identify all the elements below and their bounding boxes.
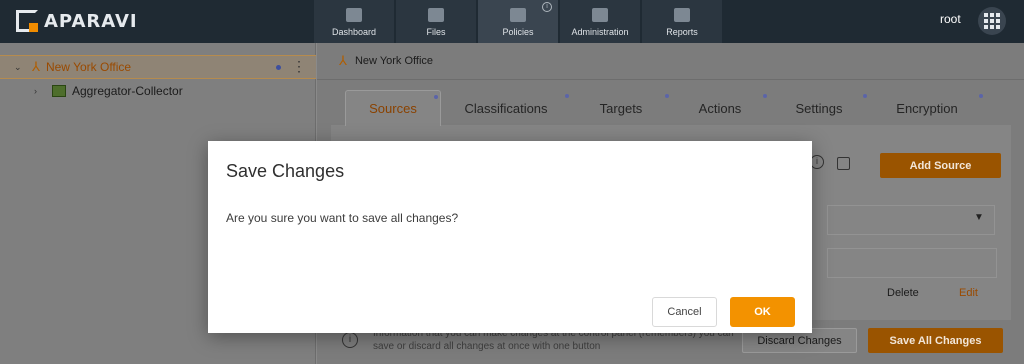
source-select[interactable] (827, 205, 995, 235)
tab-label: Actions (698, 100, 742, 116)
tab-label: Settings (795, 100, 843, 116)
caret-down-icon[interactable]: ▼ (974, 212, 984, 223)
logo-mark-icon (16, 10, 38, 32)
delete-link[interactable]: Delete (887, 287, 919, 299)
tab-settings[interactable]: Settings (769, 90, 869, 126)
kebab-menu-icon[interactable]: ⋮ (292, 59, 306, 73)
nav-policies[interactable]: i Policies (478, 0, 558, 43)
main-nav: Dashboard Files i Policies Administratio… (314, 0, 724, 43)
dashboard-icon (346, 8, 362, 22)
save-all-changes-button[interactable]: Save All Changes (868, 328, 1003, 353)
logo-text: APARAVI (44, 10, 138, 32)
aparavi-logo[interactable]: APARAVI (16, 8, 138, 34)
tab-label: Targets (599, 100, 643, 116)
tab-label: Encryption (896, 100, 958, 116)
tree-item-aggregator-collector[interactable]: › Aggregator-Collector (0, 79, 316, 103)
info-icon: i (342, 332, 358, 348)
tree-item-label: Aggregator-Collector (72, 84, 183, 98)
select-all-checkbox[interactable] (837, 157, 850, 170)
add-source-button[interactable]: Add Source (880, 153, 1001, 178)
top-bar: APARAVI Dashboard Files i Policies Admin… (0, 0, 1024, 43)
tab-actions[interactable]: Actions (671, 90, 769, 126)
tab-encryption[interactable]: Encryption (869, 90, 985, 126)
nav-dashboard-label: Dashboard (331, 27, 377, 37)
folder-icon (428, 8, 444, 22)
tab-label: Sources (369, 101, 417, 116)
source-list-item (827, 248, 997, 278)
tree-item-new-york-office[interactable]: ⌄ ⅄ New York Office ⋮ (0, 55, 316, 79)
edit-link[interactable]: Edit (959, 287, 978, 299)
users-icon (592, 8, 608, 22)
cancel-button[interactable]: Cancel (652, 297, 717, 327)
tab-label: Classifications (464, 100, 548, 116)
nav-dashboard[interactable]: Dashboard (314, 0, 394, 43)
tab-targets[interactable]: Targets (571, 90, 671, 126)
apps-grid-icon[interactable] (978, 7, 1006, 35)
nav-administration-label: Administration (571, 27, 629, 37)
breadcrumb: ⅄ New York Office (317, 43, 1024, 80)
tab-bar: Sources Classifications Targets Actions … (345, 90, 985, 126)
aggregator-icon (52, 85, 66, 97)
clipboard-icon (674, 8, 690, 22)
chevron-right-icon[interactable]: › (34, 86, 44, 96)
dialog-message: Are you sure you want to save all change… (226, 211, 459, 225)
nav-files[interactable]: Files (396, 0, 476, 43)
tree-item-label: New York Office (45, 60, 132, 74)
nav-administration[interactable]: Administration (560, 0, 640, 43)
info-icon[interactable]: i (810, 155, 824, 169)
breadcrumb-label: New York Office (354, 55, 434, 67)
org-icon: ⅄ (32, 59, 40, 74)
info-text-line2: save or discard all changes at once with… (373, 341, 601, 352)
nav-policies-label: Policies (502, 27, 534, 37)
user-name[interactable]: root (940, 12, 961, 26)
org-icon: ⅄ (339, 53, 347, 68)
nav-files-label: Files (426, 27, 446, 37)
chevron-down-icon[interactable]: ⌄ (14, 62, 24, 73)
nav-reports[interactable]: Reports (642, 0, 722, 43)
dialog-title: Save Changes (226, 161, 345, 181)
tab-sources[interactable]: Sources (345, 90, 441, 126)
tab-classifications[interactable]: Classifications (441, 90, 571, 126)
status-dot (276, 65, 281, 70)
ok-button[interactable]: OK (730, 297, 795, 327)
save-changes-dialog: Save Changes Are you sure you want to sa… (208, 141, 812, 333)
nav-reports-label: Reports (666, 27, 698, 37)
policies-icon (510, 8, 526, 22)
info-icon[interactable]: i (542, 2, 552, 12)
